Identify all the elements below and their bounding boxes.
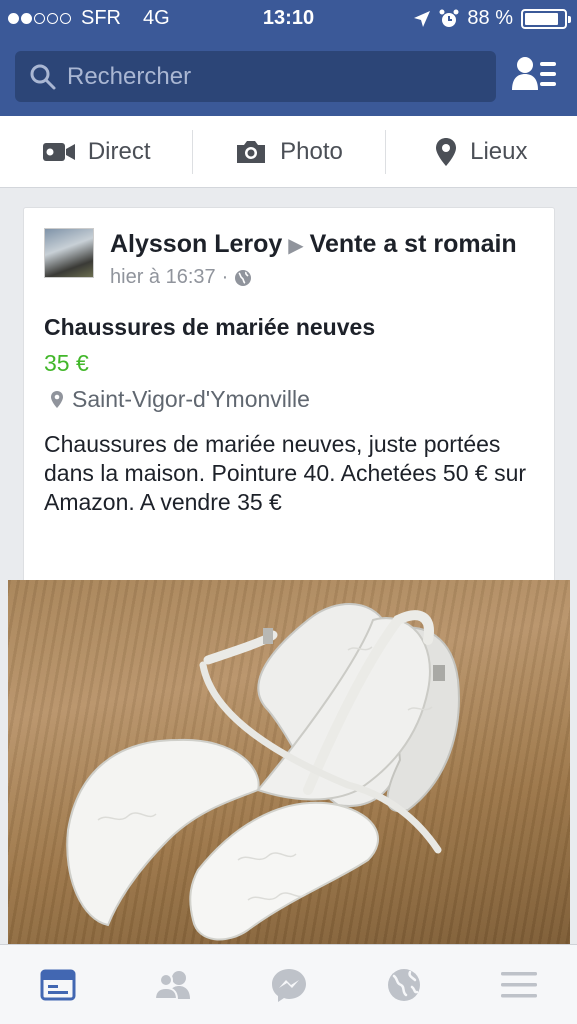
battery-percent: 88 % bbox=[467, 7, 513, 29]
photo-label: Photo bbox=[280, 137, 343, 165]
video-camera-icon bbox=[42, 142, 75, 161]
status-bar: SFR 4G 13:10 88 % bbox=[0, 0, 577, 38]
places-label: Lieux bbox=[470, 137, 528, 165]
bottom-tab-bar bbox=[0, 944, 577, 1024]
messenger-icon bbox=[271, 968, 306, 1002]
listing-title: Chaussures de mariée neuves bbox=[44, 314, 376, 340]
menu-icon bbox=[501, 971, 538, 997]
location-label: Saint-Vigor-d'Ymonville bbox=[72, 386, 310, 412]
friends-icon bbox=[154, 970, 191, 1000]
battery-icon bbox=[521, 8, 571, 29]
author-name[interactable]: Alysson Leroy bbox=[110, 230, 282, 258]
group-name[interactable]: Vente a st romain bbox=[310, 230, 517, 258]
listing-location: Saint-Vigor-d'Ymonville bbox=[50, 386, 310, 413]
post-timestamp[interactable]: hier à 16:37 bbox=[110, 266, 216, 289]
arrow-right-icon: ▶ bbox=[288, 235, 304, 257]
alarm-icon bbox=[439, 9, 459, 27]
photo-button[interactable]: Photo bbox=[192, 116, 384, 187]
meta-separator: · bbox=[221, 266, 229, 288]
top-header: SFR 4G 13:10 88 % Rechercher bbox=[0, 0, 577, 116]
listing-price: 35 € bbox=[44, 350, 89, 376]
search-input[interactable]: Rechercher bbox=[67, 63, 191, 91]
post-header: Alysson Leroy ▶ Vente a st romain bbox=[110, 230, 517, 259]
search-bar[interactable]: Rechercher bbox=[15, 51, 496, 102]
places-button[interactable]: Lieux bbox=[384, 116, 577, 187]
location-pin-icon bbox=[436, 137, 457, 166]
tab-notifications[interactable] bbox=[346, 945, 461, 1024]
listing-photo[interactable] bbox=[8, 580, 570, 944]
location-pin-icon bbox=[51, 391, 63, 408]
tab-friends[interactable] bbox=[115, 945, 230, 1024]
listing-description: Chaussures de mariée neuves, juste porté… bbox=[44, 431, 527, 515]
search-icon bbox=[30, 64, 56, 89]
post-meta: hier à 16:37 · bbox=[110, 266, 252, 289]
live-button[interactable]: Direct bbox=[0, 116, 192, 187]
location-arrow-icon bbox=[414, 10, 431, 27]
globe-privacy-icon bbox=[235, 269, 252, 286]
news-feed-icon bbox=[40, 969, 76, 1000]
wedding-shoes-image bbox=[66, 603, 460, 941]
tab-menu[interactable] bbox=[462, 945, 577, 1024]
globe-icon bbox=[387, 968, 420, 1001]
contacts-icon[interactable] bbox=[510, 54, 558, 96]
tab-news-feed[interactable] bbox=[0, 945, 115, 1024]
composer-actions: Direct Photo Lieux bbox=[0, 116, 577, 188]
camera-icon bbox=[237, 140, 266, 163]
tab-messenger[interactable] bbox=[231, 945, 346, 1024]
live-label: Direct bbox=[87, 137, 151, 165]
post-card: Alysson Leroy ▶ Vente a st romain hier à 1… bbox=[23, 207, 555, 597]
avatar[interactable] bbox=[44, 228, 94, 278]
